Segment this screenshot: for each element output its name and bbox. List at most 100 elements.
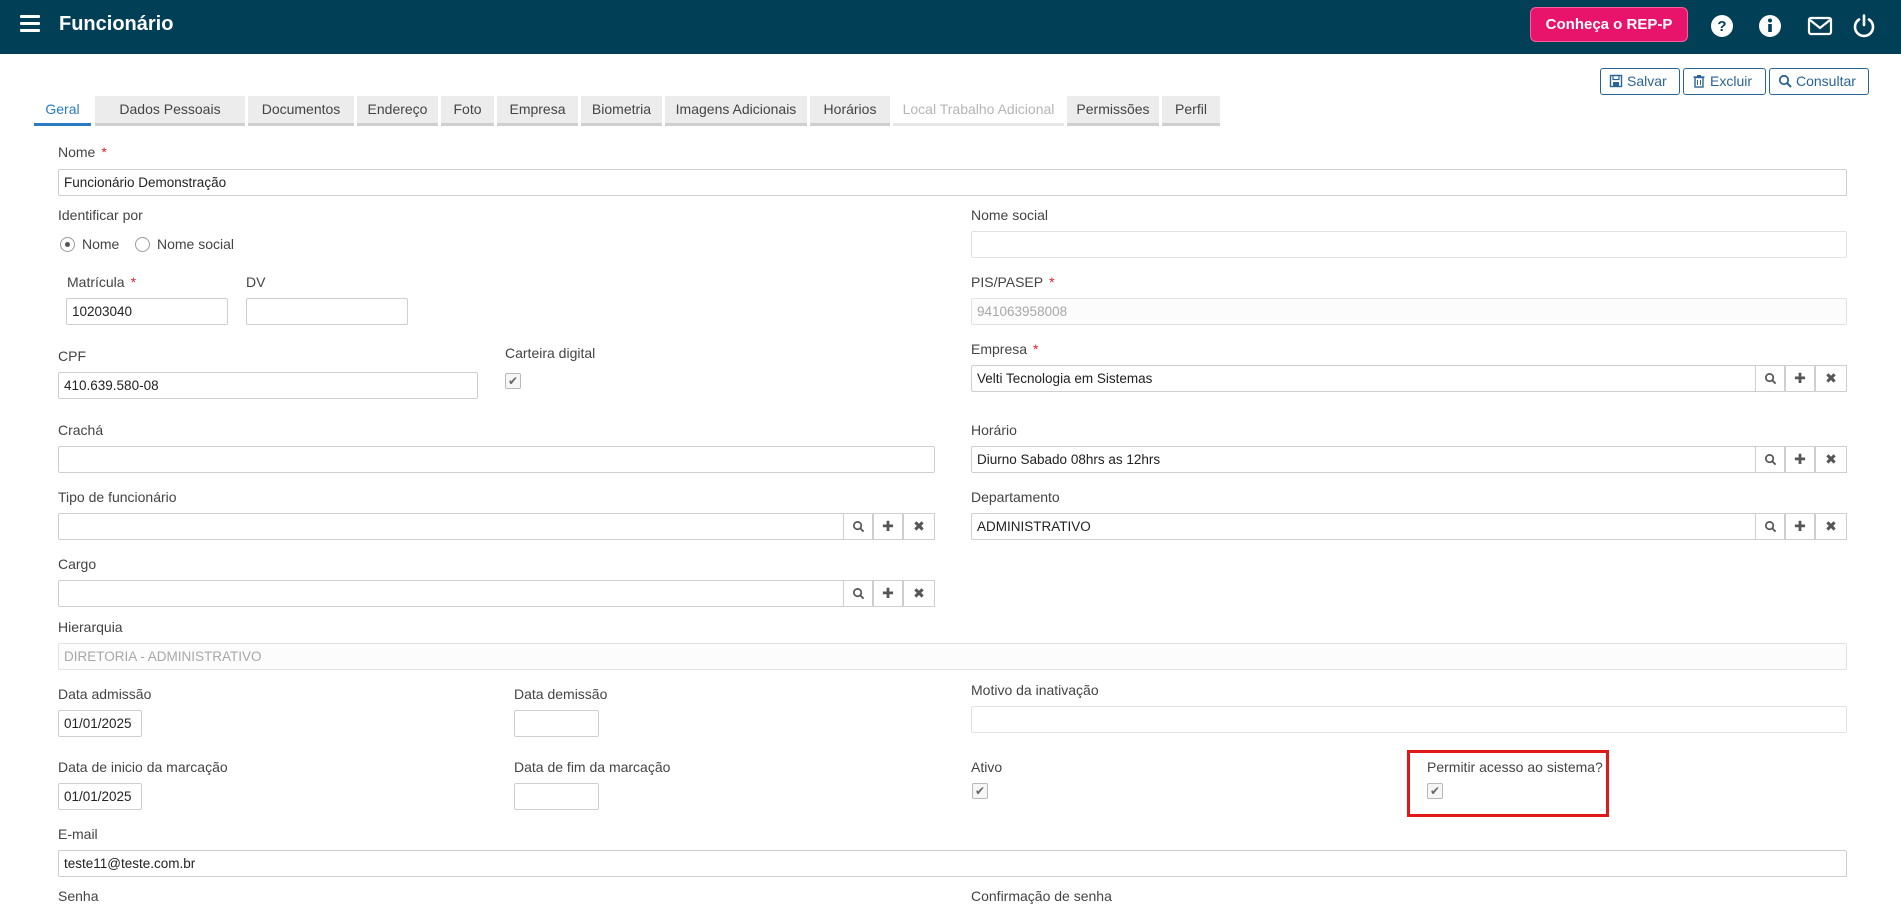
horario-input[interactable] [971,446,1756,473]
tab-biometria[interactable]: Biometria [581,96,662,126]
pis-input[interactable] [971,298,1847,325]
dv-input[interactable] [246,298,408,325]
plus-icon[interactable]: ✚ [873,513,903,540]
empresa-label: Empresa * [971,341,1039,357]
search-icon[interactable] [1755,446,1785,473]
nome-social-input[interactable] [971,231,1847,258]
tab-local-trabalho-adicional: Local Trabalho Adicional [893,96,1064,126]
power-icon[interactable] [1851,13,1877,39]
radio-nome-label: Nome [82,236,120,252]
search-button[interactable]: Consultar [1769,68,1869,95]
rep-p-button[interactable]: Conheça o REP-P [1530,7,1688,42]
carteira-digital-checkbox[interactable]: ✔ [505,373,521,389]
required-marker: * [1033,341,1039,357]
tab-empresa[interactable]: Empresa [497,96,578,126]
info-icon[interactable] [1757,13,1783,39]
hierarquia-input[interactable] [58,643,1847,670]
tipo-funcionario-label: Tipo de funcionário [58,489,177,505]
email-input[interactable] [58,850,1847,877]
cargo-input[interactable] [58,580,844,607]
save-icon [1609,74,1623,88]
hierarquia-label: Hierarquia [58,619,123,635]
plus-icon[interactable]: ✚ [1785,446,1815,473]
tab-perfil[interactable]: Perfil [1162,96,1220,126]
confirmacao-senha-label: Confirmação de senha [971,888,1112,904]
carteira-digital-label: Carteira digital [505,345,596,361]
search-icon[interactable] [1755,513,1785,540]
departamento-label: Departamento [971,489,1060,505]
close-icon[interactable]: ✖ [1815,446,1847,473]
nome-social-label: Nome social [971,207,1049,223]
data-demissao-input[interactable] [514,710,599,737]
delete-button[interactable]: Excluir [1683,68,1766,95]
tab-foto[interactable]: Foto [441,96,494,126]
data-admissao-label: Data admissão [58,686,152,702]
cracha-input[interactable] [58,446,935,473]
close-icon[interactable]: ✖ [903,580,935,607]
search-label: Consultar [1796,73,1856,89]
cpf-label: CPF [58,348,86,364]
plus-icon[interactable]: ✚ [1785,513,1815,540]
tab-endereco[interactable]: Endereço [357,96,438,126]
search-icon [1778,74,1792,88]
cracha-label: Crachá [58,422,104,438]
cpf-input[interactable] [58,372,478,399]
data-inicio-marcacao-label: Data de inicio da marcação [58,759,228,775]
save-label: Salvar [1627,73,1667,89]
tab-imagens-adicionais[interactable]: Imagens Adicionais [665,96,807,126]
permitir-acesso-label: Permitir acesso ao sistema? [1427,759,1603,775]
required-marker: * [130,274,137,290]
plus-icon[interactable]: ✚ [873,580,903,607]
data-demissao-label: Data demissão [514,686,608,702]
pis-label: PIS/PASEP * [971,274,1055,290]
cargo-label: Cargo [58,556,97,572]
search-icon[interactable] [1755,365,1785,392]
close-icon[interactable]: ✖ [1815,365,1847,392]
required-marker: * [1049,274,1055,290]
horario-label: Horário [971,422,1017,438]
departamento-input[interactable] [971,513,1756,540]
matricula-label: Matrícula * [67,274,137,290]
motivo-inativacao-label: Motivo da inativação [971,682,1099,698]
dv-label: DV [246,274,266,290]
plus-icon[interactable]: ✚ [1785,365,1815,392]
tipo-funcionario-input[interactable] [58,513,844,540]
tab-documentos[interactable]: Documentos [248,96,354,126]
page-title: Funcionário [59,13,174,35]
matricula-input[interactable] [66,298,228,325]
radio-nome-social[interactable] [135,237,150,252]
nome-input[interactable] [58,169,1847,196]
close-icon[interactable]: ✖ [903,513,935,540]
required-marker: * [101,144,107,160]
mail-icon[interactable] [1807,13,1833,39]
data-admissao-input[interactable] [58,710,142,737]
radio-nome-social-label: Nome social [157,236,235,252]
search-icon[interactable] [843,580,873,607]
trash-icon [1693,75,1705,88]
ativo-label: Ativo [971,759,1003,775]
identificar-label: Identificar por [58,207,143,223]
top-bar: Funcionário Conheça o REP-P ? [0,0,1901,54]
tab-permissoes[interactable]: Permissões [1067,96,1159,126]
nome-label: Nome * [58,144,107,160]
delete-label: Excluir [1710,73,1753,89]
menu-icon[interactable] [20,15,40,33]
senha-label: Senha [58,888,99,904]
tab-geral[interactable]: Geral [34,96,91,126]
empresa-input[interactable] [971,365,1756,392]
search-icon[interactable] [843,513,873,540]
radio-nome[interactable] [60,237,75,252]
help-icon[interactable]: ? [1709,13,1735,39]
tab-horarios[interactable]: Horários [810,96,890,126]
motivo-inativacao-input[interactable] [971,706,1847,733]
save-button[interactable]: Salvar [1600,68,1680,95]
close-icon[interactable]: ✖ [1815,513,1847,540]
data-fim-marcacao-input[interactable] [514,783,599,810]
data-fim-marcacao-label: Data de fim da marcação [514,759,671,775]
permitir-acesso-checkbox[interactable]: ✔ [1427,783,1443,799]
email-label: E-mail [58,826,98,842]
data-inicio-marcacao-input[interactable] [58,783,142,810]
tab-dados-pessoais[interactable]: Dados Pessoais [95,96,245,126]
ativo-checkbox[interactable]: ✔ [972,783,988,799]
svg-text:?: ? [1717,18,1726,35]
